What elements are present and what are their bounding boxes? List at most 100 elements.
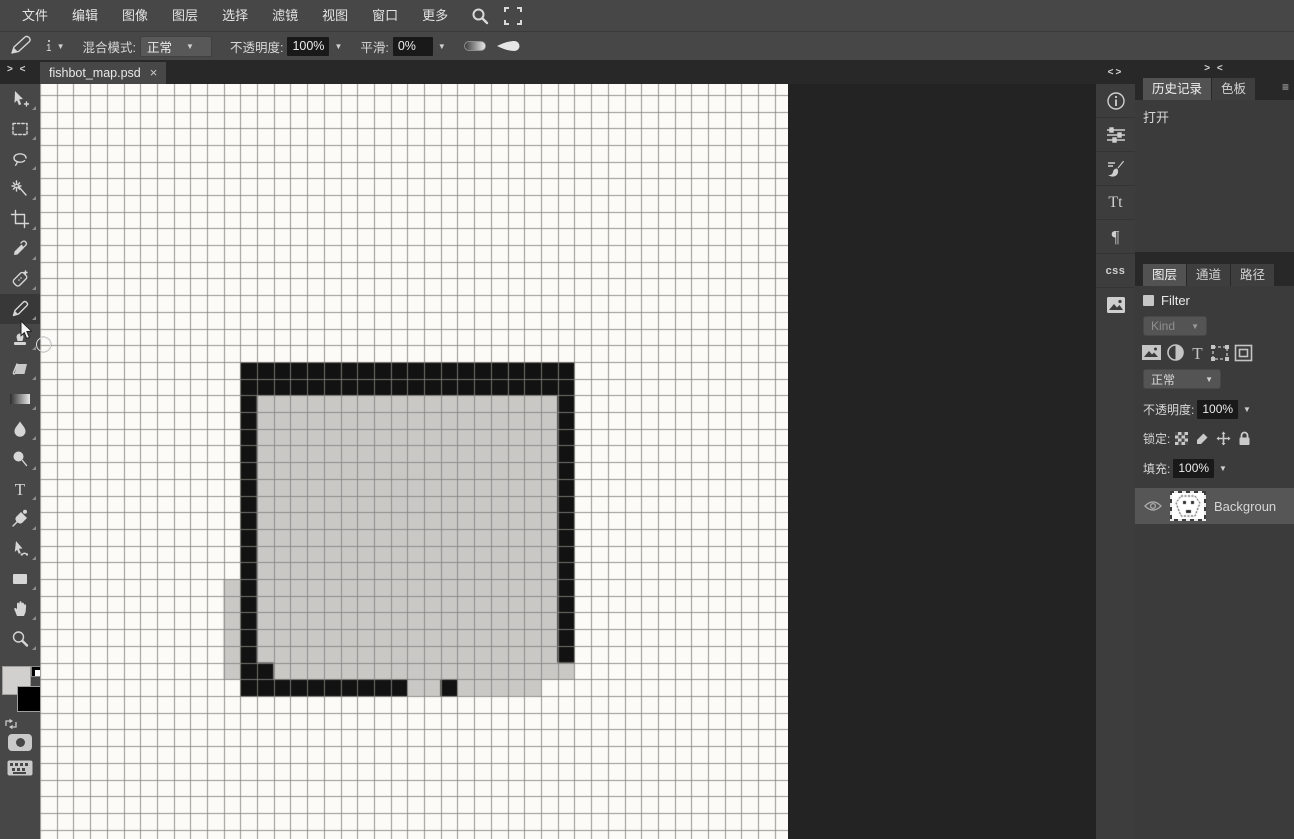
layer-opacity-label: 不透明度:	[1143, 401, 1194, 418]
menu-filter[interactable]: 滤镜	[260, 0, 310, 31]
close-icon[interactable]: ×	[150, 67, 158, 79]
document-canvas-area[interactable]	[40, 84, 788, 839]
adjustment-layer-icon[interactable]	[1166, 343, 1185, 362]
hand-tool[interactable]	[0, 594, 40, 624]
history-tab-bar: 历史记录 色板 ≡	[1135, 76, 1294, 100]
panel-menu-icon[interactable]: ≡	[1282, 80, 1289, 94]
move-tool[interactable]	[0, 84, 40, 114]
paragraph-icon[interactable]: ¶	[1096, 220, 1135, 254]
keyboard-icon[interactable]	[7, 760, 33, 776]
image-icon[interactable]	[1096, 288, 1135, 321]
svg-text:T: T	[15, 480, 26, 499]
type-tool[interactable]: T	[0, 474, 40, 504]
menu-view[interactable]: 视图	[310, 0, 360, 31]
strip-collapse-icon[interactable]: <>	[1108, 67, 1124, 78]
menu-more[interactable]: 更多	[410, 0, 460, 31]
pen-tool[interactable]	[0, 504, 40, 534]
smart-object-icon[interactable]	[1234, 344, 1253, 362]
lasso-tool[interactable]	[0, 144, 40, 174]
fill-input[interactable]: 100%	[1173, 459, 1214, 478]
right-panel: > < 历史记录 色板 ≡ 打开 图层 通道 路径 Filter Kind ▼	[1135, 60, 1294, 839]
zoom-tool[interactable]	[0, 624, 40, 654]
pixel-layer-icon[interactable]	[1141, 344, 1162, 361]
tab-layers[interactable]: 图层	[1143, 264, 1186, 286]
gradient-tool[interactable]	[0, 384, 40, 414]
quick-mask-icon[interactable]	[8, 734, 32, 751]
menu-select[interactable]: 选择	[210, 0, 260, 31]
layer-thumbnail[interactable]	[1170, 491, 1206, 521]
direct-select-tool[interactable]	[0, 534, 40, 564]
blur-tool[interactable]	[0, 414, 40, 444]
tool-options-bar: 1 ▼ 混合模式: 正常 ▼ 不透明度: 100% ▼ 平滑: 0% ▼	[0, 31, 1294, 60]
opacity-input[interactable]: 100%	[287, 37, 329, 56]
layers-panel-body: Filter Kind ▼ T 正常 ▼	[1135, 286, 1294, 839]
css-icon[interactable]: css	[1096, 254, 1135, 288]
chevron-down-icon: ▼	[186, 42, 194, 51]
lock-all-icon[interactable]	[1238, 431, 1251, 446]
fullscreen-icon[interactable]	[504, 7, 522, 25]
fill-caret[interactable]: ▼	[1219, 464, 1227, 473]
pressure-opacity-icon[interactable]	[464, 41, 486, 51]
type-layer-icon[interactable]: T	[1189, 344, 1206, 362]
layer-opacity-input[interactable]: 100%	[1197, 400, 1238, 419]
brush-settings-icon[interactable]	[1096, 152, 1135, 186]
panel-collapse-icon[interactable]: > <	[1204, 63, 1224, 74]
search-icon[interactable]	[470, 6, 490, 26]
shape-layer-icon[interactable]	[1210, 344, 1230, 362]
pencil-icon[interactable]	[8, 34, 34, 58]
opacity-caret[interactable]: ▼	[334, 42, 342, 51]
menu-file[interactable]: 文件	[10, 0, 60, 31]
adjustments-icon[interactable]	[1096, 118, 1135, 152]
lock-label: 锁定:	[1143, 430, 1170, 447]
layer-blend-mode-select[interactable]: 正常 ▼	[1143, 369, 1221, 389]
menu-layer[interactable]: 图层	[160, 0, 210, 31]
brush-dropdown-caret[interactable]: ▼	[57, 42, 65, 51]
fill-label: 填充:	[1143, 460, 1170, 477]
lock-image-icon[interactable]	[1195, 432, 1209, 446]
layer-opacity-caret[interactable]: ▼	[1243, 405, 1251, 414]
chevron-down-icon: ▼	[1205, 375, 1213, 384]
rectangle-select-tool[interactable]	[0, 114, 40, 144]
toolbar-collapse-icon[interactable]: > <	[7, 64, 27, 75]
document-tab[interactable]: fishbot_map.psd ×	[40, 62, 166, 84]
eyedropper-tool[interactable]	[0, 234, 40, 264]
history-list: 打开	[1135, 100, 1294, 252]
panel-icon-strip: <> Tt ¶ css	[1096, 60, 1135, 839]
menu-edit[interactable]: 编辑	[60, 0, 110, 31]
opacity-label: 不透明度:	[230, 37, 283, 56]
crop-tool[interactable]	[0, 204, 40, 234]
layer-row[interactable]: Background	[1135, 488, 1294, 524]
layer-visibility-eye-icon[interactable]	[1144, 500, 1162, 512]
layer-kind-value: Kind	[1151, 319, 1175, 333]
spot-healing-tool[interactable]	[0, 264, 40, 294]
tab-paths[interactable]: 路径	[1231, 264, 1274, 286]
swap-colors-icon[interactable]	[3, 716, 19, 732]
blend-mode-select[interactable]: 正常 ▼	[140, 36, 212, 57]
layer-kind-select[interactable]: Kind ▼	[1143, 316, 1207, 336]
tab-swatches[interactable]: 色板	[1212, 78, 1255, 100]
pencil-tool[interactable]	[0, 294, 40, 324]
layers-tab-bar: 图层 通道 路径	[1135, 252, 1294, 286]
menu-window[interactable]: 窗口	[360, 0, 410, 31]
workspace-background	[788, 84, 1096, 839]
rectangle-shape-tool[interactable]	[0, 564, 40, 594]
brush-size-preview[interactable]: 1	[46, 40, 52, 53]
history-entry[interactable]: 打开	[1135, 100, 1294, 133]
document-canvas[interactable]	[40, 84, 788, 839]
clone-stamp-tool[interactable]	[0, 324, 40, 354]
smoothing-input[interactable]: 0%	[393, 37, 433, 56]
dodge-tool[interactable]	[0, 444, 40, 474]
character-icon[interactable]: Tt	[1096, 186, 1135, 220]
pressure-size-icon[interactable]	[496, 40, 520, 52]
tab-channels[interactable]: 通道	[1187, 264, 1230, 286]
layer-blend-mode-value: 正常	[1151, 371, 1175, 388]
tab-history[interactable]: 历史记录	[1143, 78, 1211, 100]
magic-wand-tool[interactable]	[0, 174, 40, 204]
filter-checkbox[interactable]	[1143, 295, 1154, 306]
eraser-tool[interactable]	[0, 354, 40, 384]
lock-position-icon[interactable]	[1216, 431, 1231, 446]
menu-image[interactable]: 图像	[110, 0, 160, 31]
info-icon[interactable]	[1096, 84, 1135, 118]
smoothing-caret[interactable]: ▼	[438, 42, 446, 51]
lock-transparency-icon[interactable]	[1175, 432, 1188, 445]
